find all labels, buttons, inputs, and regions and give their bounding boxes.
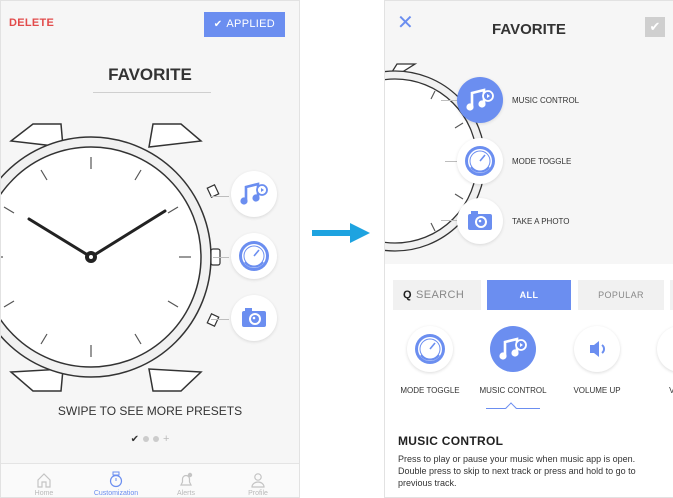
page-title: FAVORITE (492, 21, 566, 38)
tab-label: Home (34, 490, 54, 497)
current-page-check-icon: ✔ (130, 434, 139, 445)
speaker-icon (590, 341, 605, 357)
take-a-photo-button[interactable] (231, 295, 277, 341)
leader-line (211, 319, 229, 320)
preset-label: MODE TOGGLE (400, 386, 460, 395)
bell-icon (180, 472, 193, 486)
action-label-music-control: MUSIC CONTROL (512, 96, 580, 105)
leader-line (441, 220, 457, 221)
dial-icon (415, 334, 445, 364)
confirm-check-button[interactable]: ✔ (645, 17, 665, 37)
transition-arrow-icon (312, 223, 370, 243)
checkmark-icon: ✔ (213, 19, 223, 30)
detail-title: MUSIC CONTROL (398, 434, 504, 448)
detail-description: Press to play or pause your music when m… (398, 454, 636, 488)
search-icon: Q (403, 289, 412, 301)
filter-popular[interactable]: POPULAR (578, 280, 664, 310)
camera-icon (468, 211, 492, 230)
camera-icon (242, 308, 266, 327)
tab-profile[interactable]: Profile (223, 471, 293, 497)
search-label: SEARCH (415, 289, 465, 301)
music-control-button[interactable] (231, 171, 277, 217)
tab-label: Customization (93, 490, 139, 497)
swipe-hint: SWIPE TO SEE MORE PRESETS (57, 404, 243, 418)
preset-volume-up[interactable]: VOLUME UP (552, 326, 642, 395)
preset-label: VOLU (635, 386, 673, 395)
tab-customization[interactable]: Customization (81, 471, 151, 497)
music-control-button[interactable] (457, 77, 503, 123)
preset-label: VOLUME UP (573, 386, 621, 395)
mode-toggle-button[interactable] (231, 233, 277, 279)
mode-toggle-button[interactable] (457, 138, 503, 184)
phone-screen-left: DELETE ✔ APPLIED FAVORITE SWIPE TO SEE M… (0, 0, 300, 498)
applied-button[interactable]: ✔ APPLIED (203, 12, 285, 37)
filter-all[interactable]: ALL (487, 280, 571, 310)
preset-mode-toggle[interactable]: MODE TOGGLE (385, 326, 475, 395)
dial-icon (239, 241, 269, 271)
action-label-take-a-photo: TAKE A PHOTO (512, 217, 570, 226)
add-preset-icon[interactable]: + (163, 433, 169, 445)
watch-illustration (1, 123, 221, 392)
page-dot[interactable] (142, 436, 149, 442)
tab-label: Alerts (177, 490, 195, 497)
leader-line (211, 196, 229, 197)
action-label-mode-toggle: MODE TOGGLE (512, 157, 572, 166)
watch-icon (109, 471, 123, 488)
preset-picker-panel: Q SEARCH ALL POPULAR MODE TOGGLE MUSIC C… (385, 264, 673, 497)
page-dot[interactable] (152, 436, 159, 442)
person-icon (251, 473, 265, 488)
leader-line (213, 257, 229, 258)
preset-label: MUSIC CONTROL (479, 386, 547, 395)
preset-partial[interactable]: VOLU (635, 326, 673, 395)
applied-label: APPLIED (226, 18, 275, 30)
take-a-photo-button[interactable] (457, 198, 503, 244)
page-title: FAVORITE (108, 65, 192, 84)
preset-music-control[interactable]: MUSIC CONTROL (468, 326, 558, 395)
selection-notch (505, 402, 517, 414)
comparison-stage: DELETE ✔ APPLIED FAVORITE SWIPE TO SEE M… (0, 0, 673, 498)
music-note-icon (499, 337, 527, 360)
preset-icon-circle (407, 326, 453, 372)
music-note-icon (240, 182, 268, 205)
bottom-tab-bar: Home Customization Alerts Profile (1, 463, 299, 497)
title-divider (93, 92, 211, 93)
dial-icon (465, 146, 495, 176)
leader-line (441, 100, 457, 101)
phone-screen-right: ✕ FAVORITE ✔ MUSIC CONTROL MODE TOGGLE T… (384, 0, 673, 498)
search-field[interactable]: Q SEARCH (393, 280, 481, 310)
tab-label: Profile (248, 490, 268, 497)
delete-button[interactable]: DELETE (9, 17, 54, 29)
tab-alerts[interactable]: Alerts (151, 471, 221, 497)
page-indicator[interactable]: ✔ + (1, 433, 299, 445)
tab-home[interactable]: Home (9, 471, 79, 497)
preset-icon-circle (657, 326, 673, 372)
home-icon (37, 473, 51, 488)
preset-icon-circle (490, 326, 536, 372)
leader-line (445, 161, 457, 162)
music-note-icon (466, 88, 494, 111)
preset-icon-circle (574, 326, 620, 372)
